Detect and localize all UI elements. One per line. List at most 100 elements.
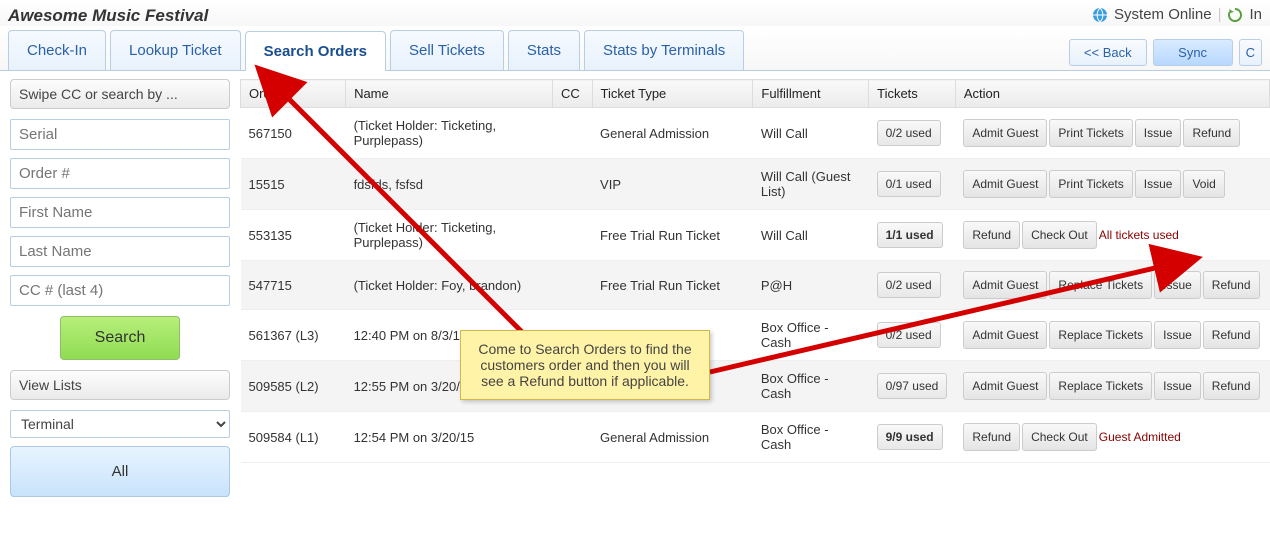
- order-input[interactable]: [10, 158, 230, 189]
- refund-button[interactable]: Refund: [1183, 119, 1240, 147]
- admit-guest-button[interactable]: Admit Guest: [963, 119, 1047, 147]
- serial-input[interactable]: [10, 119, 230, 150]
- system-online-label: System Online: [1114, 6, 1212, 23]
- help-callout: Come to Search Orders to find the custom…: [460, 330, 710, 400]
- cell-fulfillment: Will Call (Guest List): [753, 159, 869, 210]
- cell-ticket-type: VIP: [592, 159, 753, 210]
- print-tickets-button[interactable]: Print Tickets: [1049, 119, 1132, 147]
- cell-tickets: 0/1 used: [869, 159, 956, 210]
- table-row[interactable]: 509585 (L2)12:55 PM on 3/20/15TicketBox …: [241, 361, 1270, 412]
- globe-icon: [1092, 5, 1108, 22]
- first-name-input[interactable]: [10, 197, 230, 228]
- last-name-input[interactable]: [10, 236, 230, 267]
- row-status: All tickets used: [1099, 228, 1179, 242]
- tab-sell-tickets[interactable]: Sell Tickets: [390, 30, 504, 70]
- cell-fulfillment: Will Call: [753, 108, 869, 159]
- void-button[interactable]: Void: [1183, 170, 1224, 198]
- cell-tickets: 0/2 used: [869, 108, 956, 159]
- cell-actions: Admit GuestReplace TicketsIssueRefund: [955, 310, 1269, 361]
- tab-stats-by-terminals[interactable]: Stats by Terminals: [584, 30, 744, 70]
- cell-name: 12:54 PM on 3/20/15: [346, 412, 553, 463]
- table-row[interactable]: 15515fdsfds, fsfsdVIPWill Call (Guest Li…: [241, 159, 1270, 210]
- admit-guest-button[interactable]: Admit Guest: [963, 372, 1047, 400]
- cell-order: 567150: [241, 108, 346, 159]
- tab-check-in[interactable]: Check-In: [8, 30, 106, 70]
- cell-order: 509584 (L1): [241, 412, 346, 463]
- admit-guest-button[interactable]: Admit Guest: [963, 321, 1047, 349]
- issue-button[interactable]: Issue: [1135, 170, 1182, 198]
- tickets-badge: 1/1 used: [877, 222, 943, 248]
- admit-guest-button[interactable]: Admit Guest: [963, 271, 1047, 299]
- replace-tickets-button[interactable]: Replace Tickets: [1049, 271, 1152, 299]
- terminal-select[interactable]: Terminal: [10, 410, 230, 438]
- issue-button[interactable]: Issue: [1135, 119, 1182, 147]
- tickets-badge: 0/2 used: [877, 120, 941, 146]
- tickets-badge: 0/97 used: [877, 373, 948, 399]
- page-title: Awesome Music Festival: [8, 2, 208, 26]
- tickets-badge: 9/9 used: [877, 424, 943, 450]
- col-fulfillment[interactable]: Fulfillment: [753, 80, 869, 108]
- table-row[interactable]: 561367 (L3)12:40 PM on 8/3/15General Adm…: [241, 310, 1270, 361]
- back-button[interactable]: << Back: [1069, 39, 1147, 66]
- cell-order: 553135: [241, 210, 346, 261]
- issue-button[interactable]: Issue: [1154, 372, 1201, 400]
- refund-button[interactable]: Refund: [963, 221, 1020, 249]
- sync-button[interactable]: Sync: [1153, 39, 1233, 66]
- replace-tickets-button[interactable]: Replace Tickets: [1049, 321, 1152, 349]
- print-tickets-button[interactable]: Print Tickets: [1049, 170, 1132, 198]
- cell-order: 547715: [241, 261, 346, 310]
- replace-tickets-button[interactable]: Replace Tickets: [1049, 372, 1152, 400]
- refund-button[interactable]: Refund: [1203, 372, 1260, 400]
- cell-ticket-type: Free Trial Run Ticket: [592, 261, 753, 310]
- cell-name: (Ticket Holder: Ticketing, Purplepass): [346, 210, 553, 261]
- all-button[interactable]: All: [10, 446, 230, 497]
- check-out-button[interactable]: Check Out: [1022, 423, 1097, 451]
- cell-ticket-type: General Admission: [592, 412, 753, 463]
- cell-fulfillment: Box Office - Cash: [753, 412, 869, 463]
- issue-button[interactable]: Issue: [1154, 271, 1201, 299]
- row-status: Guest Admitted: [1099, 430, 1181, 444]
- refund-button[interactable]: Refund: [1203, 271, 1260, 299]
- cell-name: (Ticket Holder: Foy, brandon): [346, 261, 553, 310]
- cell-cc: [552, 108, 592, 159]
- cell-actions: Admit GuestReplace TicketsIssueRefund: [955, 361, 1269, 412]
- cell-name: (Ticket Holder: Ticketing, Purplepass): [346, 108, 553, 159]
- tickets-badge: 0/2 used: [877, 322, 941, 348]
- col-tickets[interactable]: Tickets: [869, 80, 956, 108]
- table-row[interactable]: 567150(Ticket Holder: Ticketing, Purplep…: [241, 108, 1270, 159]
- cell-tickets: 9/9 used: [869, 412, 956, 463]
- status-bar: System Online | In: [1092, 5, 1262, 22]
- tab-lookup-ticket[interactable]: Lookup Ticket: [110, 30, 241, 70]
- view-lists-label: View Lists: [10, 370, 230, 400]
- refresh-icon[interactable]: [1227, 5, 1243, 22]
- refund-button[interactable]: Refund: [963, 423, 1020, 451]
- cc-last4-input[interactable]: [10, 275, 230, 306]
- table-row[interactable]: 553135(Ticket Holder: Ticketing, Purplep…: [241, 210, 1270, 261]
- cell-name: fdsfds, fsfsd: [346, 159, 553, 210]
- cell-cc: [552, 159, 592, 210]
- orders-table: Order# Name CC Ticket Type Fulfillment T…: [240, 79, 1270, 463]
- swipe-panel-label: Swipe CC or search by ...: [10, 79, 230, 109]
- cell-cc: [552, 412, 592, 463]
- tab-search-orders[interactable]: Search Orders: [245, 31, 386, 71]
- cell-cc: [552, 210, 592, 261]
- col-ticket-type[interactable]: Ticket Type: [592, 80, 753, 108]
- cell-tickets: 0/2 used: [869, 310, 956, 361]
- admit-guest-button[interactable]: Admit Guest: [963, 170, 1047, 198]
- extra-button[interactable]: C: [1239, 39, 1262, 66]
- col-order[interactable]: Order#: [241, 80, 346, 108]
- cell-actions: RefundCheck OutGuest Admitted: [955, 412, 1269, 463]
- tab-stats[interactable]: Stats: [508, 30, 580, 70]
- check-out-button[interactable]: Check Out: [1022, 221, 1097, 249]
- search-button[interactable]: Search: [60, 316, 180, 360]
- col-cc[interactable]: CC: [552, 80, 592, 108]
- cell-actions: Admit GuestPrint TicketsIssueRefund: [955, 108, 1269, 159]
- table-row[interactable]: 509584 (L1)12:54 PM on 3/20/15 General Ad…: [241, 412, 1270, 463]
- issue-button[interactable]: Issue: [1154, 321, 1201, 349]
- col-name[interactable]: Name: [346, 80, 553, 108]
- sidebar: Swipe CC or search by ... Search View Li…: [0, 79, 240, 507]
- tickets-badge: 0/2 used: [877, 272, 941, 298]
- table-row[interactable]: 547715(Ticket Holder: Foy, brandon) Free …: [241, 261, 1270, 310]
- refund-button[interactable]: Refund: [1203, 321, 1260, 349]
- col-action[interactable]: Action: [955, 80, 1269, 108]
